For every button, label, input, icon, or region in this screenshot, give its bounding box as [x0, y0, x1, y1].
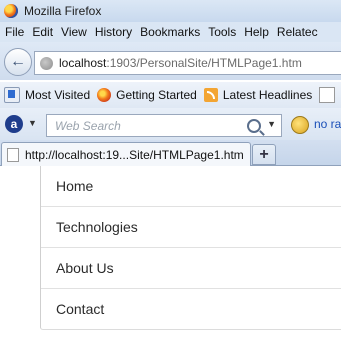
chevron-down-icon[interactable]: ▼ — [28, 118, 37, 128]
bookmark-label: Most Visited — [25, 88, 91, 102]
new-tab-button[interactable]: + — [252, 144, 276, 165]
tab-label: http://localhost:19...Site/HTMLPage1.htm — [25, 147, 244, 162]
nav-item-technologies[interactable]: Technologies — [41, 207, 341, 248]
back-arrow-icon: ← — [10, 53, 26, 70]
address-bar[interactable]: localhost:1903/PersonalSite/HTMLPage1.ht… — [34, 51, 341, 75]
menu-view[interactable]: View — [61, 25, 87, 39]
url-path: :1903/PersonalSite/HTMLPage1.htm — [106, 56, 302, 70]
bookmark-label: Latest Headlines — [222, 88, 313, 102]
most-visited-icon — [4, 87, 20, 103]
url-host: localhost — [59, 56, 107, 70]
firefox-icon — [97, 88, 112, 102]
chevron-down-icon[interactable]: ▼ — [267, 119, 276, 129]
menu-file[interactable]: File — [5, 25, 24, 39]
bookmark-label: Getting Started — [116, 88, 197, 102]
menu-tools[interactable]: Tools — [208, 25, 236, 39]
nav-item-about-us[interactable]: About Us — [41, 248, 341, 289]
search-input[interactable] — [53, 115, 247, 136]
search-toolbar: a ▼ ▼ no ra — [0, 108, 341, 140]
page-icon — [7, 147, 19, 162]
title-bar: Mozilla Firefox — [0, 0, 341, 22]
rating-icon[interactable] — [291, 116, 309, 134]
tab-active[interactable]: http://localhost:19...Site/HTMLPage1.htm — [1, 142, 251, 166]
menu-bookmarks[interactable]: Bookmarks — [140, 25, 200, 39]
firefox-logo-icon — [4, 4, 18, 18]
tab-strip: http://localhost:19...Site/HTMLPage1.htm… — [0, 140, 341, 166]
menu-history[interactable]: History — [95, 25, 132, 39]
page-icon — [319, 87, 336, 103]
menu-edit[interactable]: Edit — [32, 25, 53, 39]
bookmark-getting-started[interactable]: Getting Started — [97, 88, 197, 102]
bookmark-latest-headlines[interactable]: Latest Headlines — [203, 88, 313, 102]
nav-item-home[interactable]: Home — [41, 166, 341, 207]
rss-icon — [203, 88, 218, 102]
rating-label[interactable]: no ra — [314, 117, 341, 131]
site-nav-menu: Home Technologies About Us Contact — [40, 166, 341, 330]
nav-item-contact[interactable]: Contact — [41, 289, 341, 329]
window-title: Mozilla Firefox — [24, 4, 102, 18]
bookmark-most-visited[interactable]: Most Visited — [4, 87, 90, 103]
menu-help[interactable]: Help — [244, 25, 269, 39]
back-button[interactable]: ← — [4, 48, 32, 76]
navigation-bar: ← localhost:1903/PersonalSite/HTMLPage1.… — [0, 42, 341, 80]
globe-icon — [40, 56, 53, 70]
web-search-box[interactable]: ▼ — [46, 114, 282, 137]
bookmark-truncated[interactable]: P — [319, 87, 341, 103]
menu-bar: File Edit View History Bookmarks Tools H… — [0, 22, 341, 42]
bookmarks-toolbar: Most Visited Getting Started Latest Head… — [0, 82, 341, 108]
plus-icon: + — [259, 145, 269, 163]
menu-related[interactable]: Relatec — [277, 25, 318, 39]
page-content: Home Technologies About Us Contact — [0, 166, 341, 337]
magnifier-icon[interactable] — [247, 119, 261, 133]
ask-logo-icon[interactable]: a — [5, 115, 23, 133]
